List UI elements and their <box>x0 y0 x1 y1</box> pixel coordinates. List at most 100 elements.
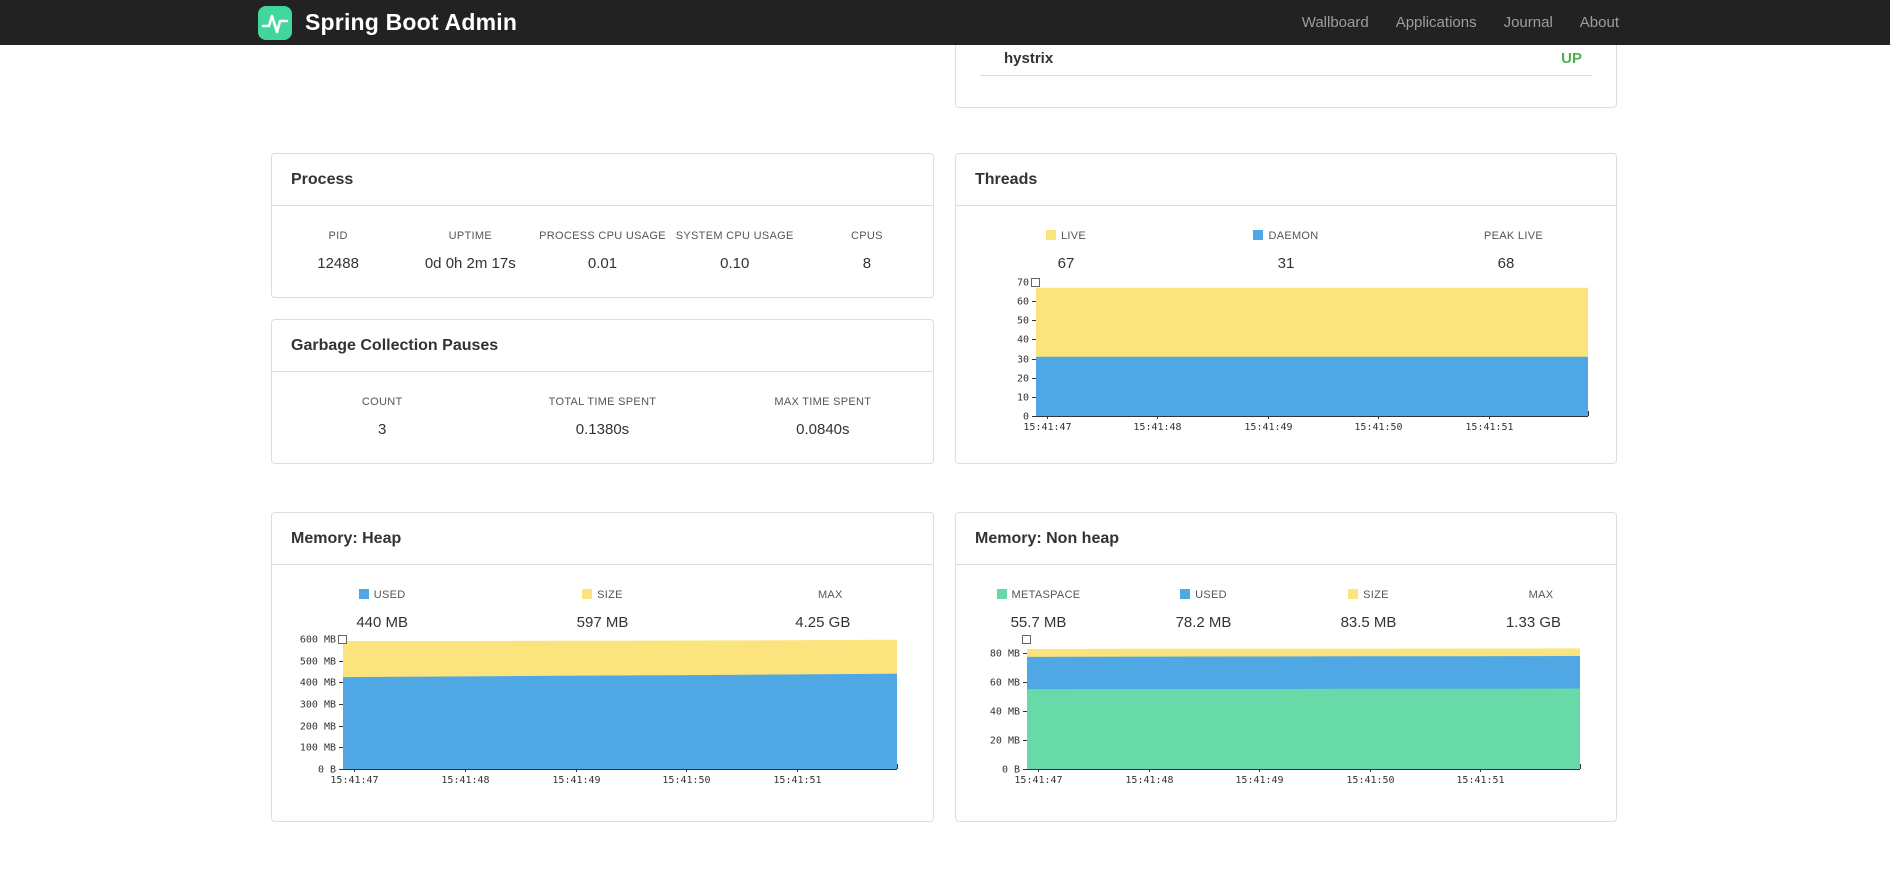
svg-text:15:41:50: 15:41:50 <box>662 775 710 786</box>
legend-label: LIVE <box>1060 230 1087 242</box>
application-row-hystrix[interactable]: hystrix UP <box>980 45 1592 76</box>
svg-text:15:41:51: 15:41:51 <box>1465 422 1513 433</box>
legend-swatch <box>1180 589 1191 599</box>
svg-text:20: 20 <box>1017 374 1029 385</box>
legend-daemon: DAEMON 31 <box>1176 230 1396 272</box>
svg-text:0 B: 0 B <box>1002 765 1020 776</box>
svg-text:15:41:48: 15:41:48 <box>1125 775 1173 786</box>
stat-value: 3 <box>377 421 387 438</box>
stat-system-cpu-usage: SYSTEM CPU USAGE 0.10 <box>669 230 801 272</box>
legend-value: 78.2 MB <box>1175 614 1232 631</box>
svg-text:10: 10 <box>1017 393 1029 404</box>
threads-panel-title: Threads <box>975 171 1038 188</box>
legend-label: USED <box>1195 589 1227 601</box>
legend-max: MAX 1.33 GB <box>1451 589 1616 631</box>
stat-value: 8 <box>862 255 872 272</box>
stat-value: 0.1380s <box>575 421 630 438</box>
legend-value: 4.25 GB <box>795 614 851 631</box>
svg-text:15:41:51: 15:41:51 <box>773 775 821 786</box>
svg-text:0 B: 0 B <box>318 765 336 776</box>
stat-count: COUNT 3 <box>272 396 492 438</box>
stat-value: 0d 0h 2m 17s <box>424 255 516 272</box>
legend-label: SIZE <box>1363 589 1389 601</box>
svg-text:70: 70 <box>1017 278 1029 289</box>
legend-value: 31 <box>1277 255 1295 272</box>
stat-label: COUNT <box>361 396 403 408</box>
stat-label: TOTAL TIME SPENT <box>548 396 657 408</box>
legend-label: PEAK LIVE <box>1484 230 1543 242</box>
stat-total-time-spent: TOTAL TIME SPENT 0.1380s <box>492 396 712 438</box>
application-name: hystrix <box>1004 50 1054 67</box>
nav-link-about[interactable]: About <box>1580 14 1619 31</box>
svg-text:400 MB: 400 MB <box>300 678 336 689</box>
legend-used: USED 78.2 MB <box>1121 589 1286 631</box>
navbar: Spring Boot Admin Wallboard Applications… <box>0 0 1890 45</box>
memory-nonheap-chart: 80 MB 60 MB 40 MB 20 MB 0 B 15:41:47 15:41:48 1… <box>982 631 1586 789</box>
legend-label: MAX <box>817 589 843 601</box>
svg-text:30: 30 <box>1017 355 1029 366</box>
legend-swatch <box>996 589 1007 599</box>
svg-text:15:41:50: 15:41:50 <box>1346 775 1394 786</box>
memory-heap-legend: USED 440 MB SIZE 597 MB MAX 4.25 GB <box>272 589 933 631</box>
pulse-logo-icon <box>257 5 293 41</box>
stat-pid: PID 12488 <box>272 230 404 272</box>
memory-heap-panel-title: Memory: Heap <box>291 530 402 547</box>
memory-nonheap-panel-title: Memory: Non heap <box>975 530 1120 547</box>
svg-text:100 MB: 100 MB <box>300 743 336 754</box>
legend-used: USED 440 MB <box>272 589 492 631</box>
applications-panel-fragment: hystrix UP <box>955 45 1617 108</box>
process-panel-title: Process <box>291 171 354 188</box>
gc-stats: COUNT 3 TOTAL TIME SPENT 0.1380s MAX TIM… <box>272 396 933 438</box>
legend-live: LIVE 67 <box>956 230 1176 272</box>
threads-legend: LIVE 67 DAEMON 31 PEAK LIVE 68 <box>956 230 1616 272</box>
stat-value: 12488 <box>317 255 359 272</box>
memory-nonheap-legend: METASPACE 55.7 MB USED 78.2 MB SIZE 83.5… <box>956 589 1616 631</box>
nav-link-wallboard[interactable]: Wallboard <box>1302 14 1369 31</box>
threads-chart: 70 60 50 40 30 20 10 0 15:41:47 15:41:48 15:41:49 1… <box>1010 274 1594 436</box>
legend-label: DAEMON <box>1268 230 1319 242</box>
stat-process-cpu-usage: PROCESS CPU USAGE 0.01 <box>536 230 668 272</box>
svg-text:15:41:47: 15:41:47 <box>330 775 378 786</box>
nav-links: Wallboard Applications Journal About <box>1275 0 1619 45</box>
legend-swatch <box>582 589 593 599</box>
stat-value: 0.10 <box>720 255 750 272</box>
stat-label: CPUS <box>851 230 883 242</box>
svg-text:600 MB: 600 MB <box>300 635 336 646</box>
svg-text:15:41:48: 15:41:48 <box>1133 422 1181 433</box>
svg-text:15:41:49: 15:41:49 <box>552 775 600 786</box>
svg-text:200 MB: 200 MB <box>300 722 336 733</box>
stat-label: PROCESS CPU USAGE <box>539 230 666 242</box>
svg-text:15:41:51: 15:41:51 <box>1456 775 1504 786</box>
svg-text:60: 60 <box>1017 297 1029 308</box>
svg-text:15:41:47: 15:41:47 <box>1014 775 1062 786</box>
stat-max-time-spent: MAX TIME SPENT 0.0840s <box>713 396 933 438</box>
nav-link-applications[interactable]: Applications <box>1396 14 1477 31</box>
stat-label: MAX TIME SPENT <box>774 396 872 408</box>
nav-link-journal[interactable]: Journal <box>1504 14 1553 31</box>
stat-label: SYSTEM CPU USAGE <box>675 230 794 242</box>
legend-value: 1.33 GB <box>1505 614 1562 631</box>
brand[interactable]: Spring Boot Admin <box>257 0 517 45</box>
legend-label: METASPACE <box>1011 589 1081 601</box>
svg-text:500 MB: 500 MB <box>300 657 336 668</box>
gc-panel-title: Garbage Collection Pauses <box>291 337 499 354</box>
legend-label: SIZE <box>597 589 623 601</box>
threads-panel: Threads LIVE 67 DAEMON 31 PEAK LIVE 68 7… <box>955 153 1617 464</box>
svg-text:15:41:47: 15:41:47 <box>1023 422 1071 433</box>
svg-text:15:41:49: 15:41:49 <box>1244 422 1292 433</box>
svg-text:50: 50 <box>1017 316 1029 327</box>
legend-max: MAX 4.25 GB <box>713 589 933 631</box>
svg-text:40 MB: 40 MB <box>990 707 1020 718</box>
memory-nonheap-panel: Memory: Non heap METASPACE 55.7 MB USED … <box>955 512 1617 822</box>
stat-label: UPTIME <box>448 230 492 242</box>
memory-heap-chart: 600 MB 500 MB 400 MB 300 MB 200 MB 100 MB 0 B1… <box>292 631 903 789</box>
legend-value: 67 <box>1057 255 1075 272</box>
svg-text:20 MB: 20 MB <box>990 736 1020 747</box>
legend-swatch <box>358 589 369 599</box>
gc-pauses-panel: Garbage Collection Pauses COUNT 3 TOTAL … <box>271 319 934 464</box>
process-panel: Process PID 12488 UPTIME 0d 0h 2m 17s PR… <box>271 153 934 298</box>
svg-text:15:41:49: 15:41:49 <box>1235 775 1283 786</box>
legend-swatch <box>1253 230 1264 240</box>
legend-value: 68 <box>1497 255 1515 272</box>
legend-metaspace: METASPACE 55.7 MB <box>956 589 1121 631</box>
